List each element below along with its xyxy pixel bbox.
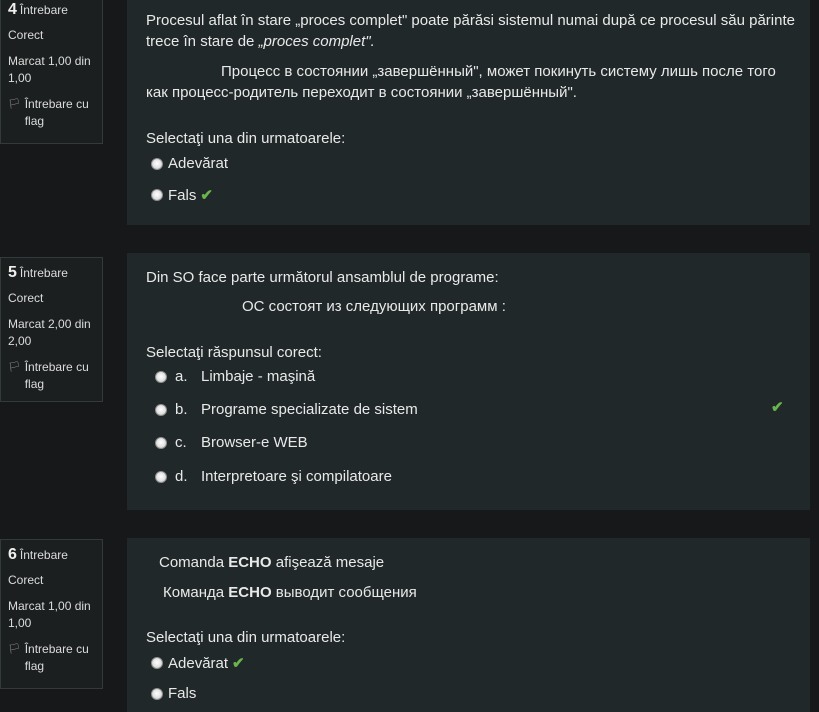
question-prompt: Selectaţi răspunsul corect: <box>146 344 322 361</box>
answer-option-true[interactable]: Adevărat <box>151 155 228 172</box>
check-icon: ✔ <box>232 655 245 672</box>
question-text-ro: Din SO face parte următorul ansamblul de… <box>146 269 499 286</box>
answer-label: Adevărat <box>168 155 229 172</box>
question-info-4: 4 Întrebare Corect Marcat 1,00 din 1,00 🏳… <box>0 0 103 144</box>
answer-option-c[interactable]: c. Browser-e WEB <box>155 434 308 451</box>
answer-label: Fals <box>168 685 197 702</box>
question-number: 4 Întrebare <box>8 1 68 18</box>
answer-label: Interpretoare şi compilatoare <box>201 468 392 485</box>
answer-label: Limbaje - maşină <box>201 368 316 385</box>
answer-option-b[interactable]: b. Programe specializate de sistem <box>155 401 418 418</box>
question-status: Corect <box>8 573 44 587</box>
flag-label: Întrebare cu flag <box>24 97 89 128</box>
option-letter: c. <box>175 434 187 451</box>
radio-icon[interactable] <box>151 189 163 201</box>
question-text-ru-cont: как процесс-родитель переходит в состоян… <box>146 84 577 101</box>
flag-icon: 🏳︎ <box>8 644 21 655</box>
radio-icon[interactable] <box>155 470 167 483</box>
flag-label: Întrebare cu flag <box>24 360 89 391</box>
question-text-ro: Comanda ECHO afişează mesaje <box>159 554 385 571</box>
question-content-5: Din SO face parte următorul ansamblul de… <box>127 253 810 510</box>
radio-icon[interactable] <box>155 403 167 416</box>
answer-option-true[interactable]: Adevărat ✔ <box>151 654 245 672</box>
question-content-6: Comanda ECHO afişează mesaje Команда ECH… <box>127 538 810 712</box>
answer-option-d[interactable]: d. Interpretoare şi compilatoare <box>155 468 392 485</box>
answer-label: Browser-e WEB <box>201 434 308 451</box>
check-icon: ✔ <box>200 187 213 204</box>
question-text-ru: ОС состоят из следующих программ : <box>242 298 506 315</box>
radio-icon[interactable] <box>151 157 163 170</box>
option-letter: a. <box>175 368 188 385</box>
question-number: 5 Întrebare <box>8 264 68 281</box>
question-text-ru: Процесс в состоянии „завершённый", может… <box>221 63 776 80</box>
flag-question-link[interactable]: 🏳︎ Întrebare cu flag <box>8 96 94 130</box>
question-mark: Marcat 1,00 din 1,00 <box>8 54 91 85</box>
question-text-ro: Procesul aflat în stare „proces complet"… <box>146 12 795 29</box>
question-info-6: 6 Întrebare Corect Marcat 1,00 din 1,00 🏳… <box>0 539 103 689</box>
question-status: Corect <box>8 291 44 305</box>
question-prompt: Selectaţi una din urmatoarele: <box>146 130 346 147</box>
answer-option-a[interactable]: a. Limbaje - maşină <box>155 368 315 385</box>
answer-option-false[interactable]: Fals <box>151 685 196 702</box>
question-mark: Marcat 1,00 din 1,00 <box>8 599 91 630</box>
answer-label: Fals <box>168 186 197 204</box>
question-number: 6 Întrebare <box>8 546 68 563</box>
question-text-ru: Команда ECHO выводит сообщения <box>163 584 417 601</box>
answer-option-false[interactable]: Fals ✔ <box>151 186 213 204</box>
answer-label: Adevărat <box>168 654 229 672</box>
flag-icon: 🏳︎ <box>8 99 21 110</box>
radio-icon[interactable] <box>151 687 163 700</box>
question-content-4: Procesul aflat în stare „proces complet"… <box>127 0 810 225</box>
radio-icon[interactable] <box>151 657 163 669</box>
radio-icon[interactable] <box>155 436 167 449</box>
flag-icon: 🏳︎ <box>8 362 21 373</box>
check-icon: ✔ <box>771 399 784 416</box>
flag-label: Întrebare cu flag <box>24 642 89 673</box>
question-text-ro-cont: trece în stare de „proces complet". <box>146 33 375 50</box>
option-letter: d. <box>175 468 188 485</box>
question-info-5: 5 Întrebare Corect Marcat 2,00 din 2,00 🏳… <box>0 257 103 402</box>
radio-icon[interactable] <box>155 370 167 383</box>
question-mark: Marcat 2,00 din 2,00 <box>8 317 91 348</box>
flag-question-link[interactable]: 🏳︎ Întrebare cu flag <box>8 359 94 393</box>
option-letter: b. <box>175 401 188 418</box>
flag-question-link[interactable]: 🏳︎ Întrebare cu flag <box>8 641 94 675</box>
question-status: Corect <box>8 28 44 42</box>
question-prompt: Selectaţi una din urmatoarele: <box>146 629 346 646</box>
answer-label: Programe specializate de sistem <box>201 401 418 418</box>
